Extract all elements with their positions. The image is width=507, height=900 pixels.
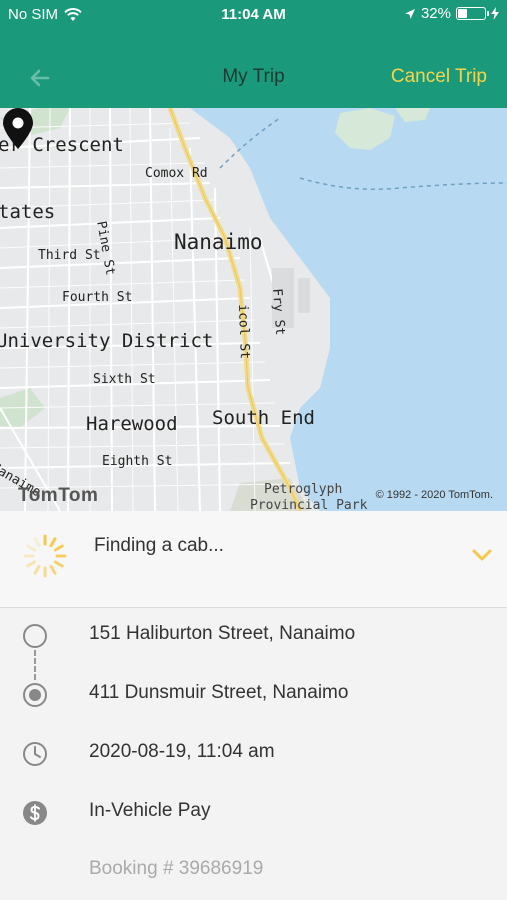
- dropoff-circle-icon: [23, 683, 47, 707]
- pickup-circle-icon: [23, 624, 47, 648]
- map-label-fry: Fry St: [269, 288, 288, 336]
- battery-icon: [456, 7, 489, 20]
- map-label-third: Third St: [38, 248, 101, 263]
- map-view[interactable]: er Crescent Comox Rd tates Pine St Nanai…: [0, 108, 507, 511]
- loading-spinner-icon: [23, 534, 67, 578]
- map-canvas: [0, 108, 507, 511]
- chevron-down-icon[interactable]: [471, 547, 493, 563]
- trip-status-bar[interactable]: Finding a cab...: [0, 511, 507, 608]
- map-label-estates: tates: [0, 201, 56, 223]
- datetime-row: 2020-08-19, 11:04 am: [0, 725, 507, 783]
- map-label-sixth: Sixth St: [93, 372, 156, 387]
- payment-row: In-Vehicle Pay: [0, 784, 507, 842]
- status-bar: No SIM 11:04 AM 32%: [0, 0, 507, 30]
- status-right: 32%: [404, 5, 499, 22]
- map-label-comox: Comox Rd: [145, 166, 208, 181]
- map-label-nanaimo: Nanaimo: [174, 230, 263, 254]
- map-label-eighth: Eighth St: [102, 454, 173, 469]
- battery-percent: 32%: [420, 5, 451, 22]
- booking-row: Booking # 39686919: [0, 842, 507, 900]
- location-arrow-icon: [404, 8, 415, 19]
- map-label-university: University District: [0, 330, 214, 352]
- trip-status-text: Finding a cab...: [94, 535, 224, 556]
- cancel-trip-button[interactable]: Cancel Trip: [391, 66, 487, 88]
- nav-bar: My Trip Cancel Trip: [0, 58, 507, 98]
- payment-method: In-Vehicle Pay: [89, 800, 211, 821]
- map-label-harewood: Harewood: [86, 413, 178, 435]
- pickup-address: 151 Haliburton Street, Nanaimo: [89, 623, 356, 644]
- map-label-nicol: icol St: [235, 304, 252, 360]
- app-header: No SIM 11:04 AM 32% My Trip Cancel Trip: [0, 0, 507, 108]
- map-label-south-end: South End: [212, 407, 315, 429]
- dropoff-address: 411 Dunsmuir Street, Nanaimo: [89, 682, 349, 703]
- map-label-fourth: Fourth St: [62, 290, 133, 305]
- map-copyright: © 1992 - 2020 TomTom.: [375, 489, 493, 501]
- trip-datetime: 2020-08-19, 11:04 am: [89, 741, 275, 762]
- clock-icon: [23, 742, 47, 766]
- map-label-petroglyph: Petroglyph: [264, 482, 343, 497]
- booking-number: Booking # 39686919: [89, 858, 264, 879]
- pickup-row: 151 Haliburton Street, Nanaimo: [0, 607, 507, 665]
- map-label-provincial: Provincial Park: [250, 498, 368, 511]
- tomtom-logo: TomTom: [18, 485, 99, 506]
- location-pin-icon: [3, 108, 33, 149]
- dropoff-row: 411 Dunsmuir Street, Nanaimo: [0, 666, 507, 724]
- dollar-icon: [23, 801, 47, 825]
- charging-icon: [491, 7, 499, 20]
